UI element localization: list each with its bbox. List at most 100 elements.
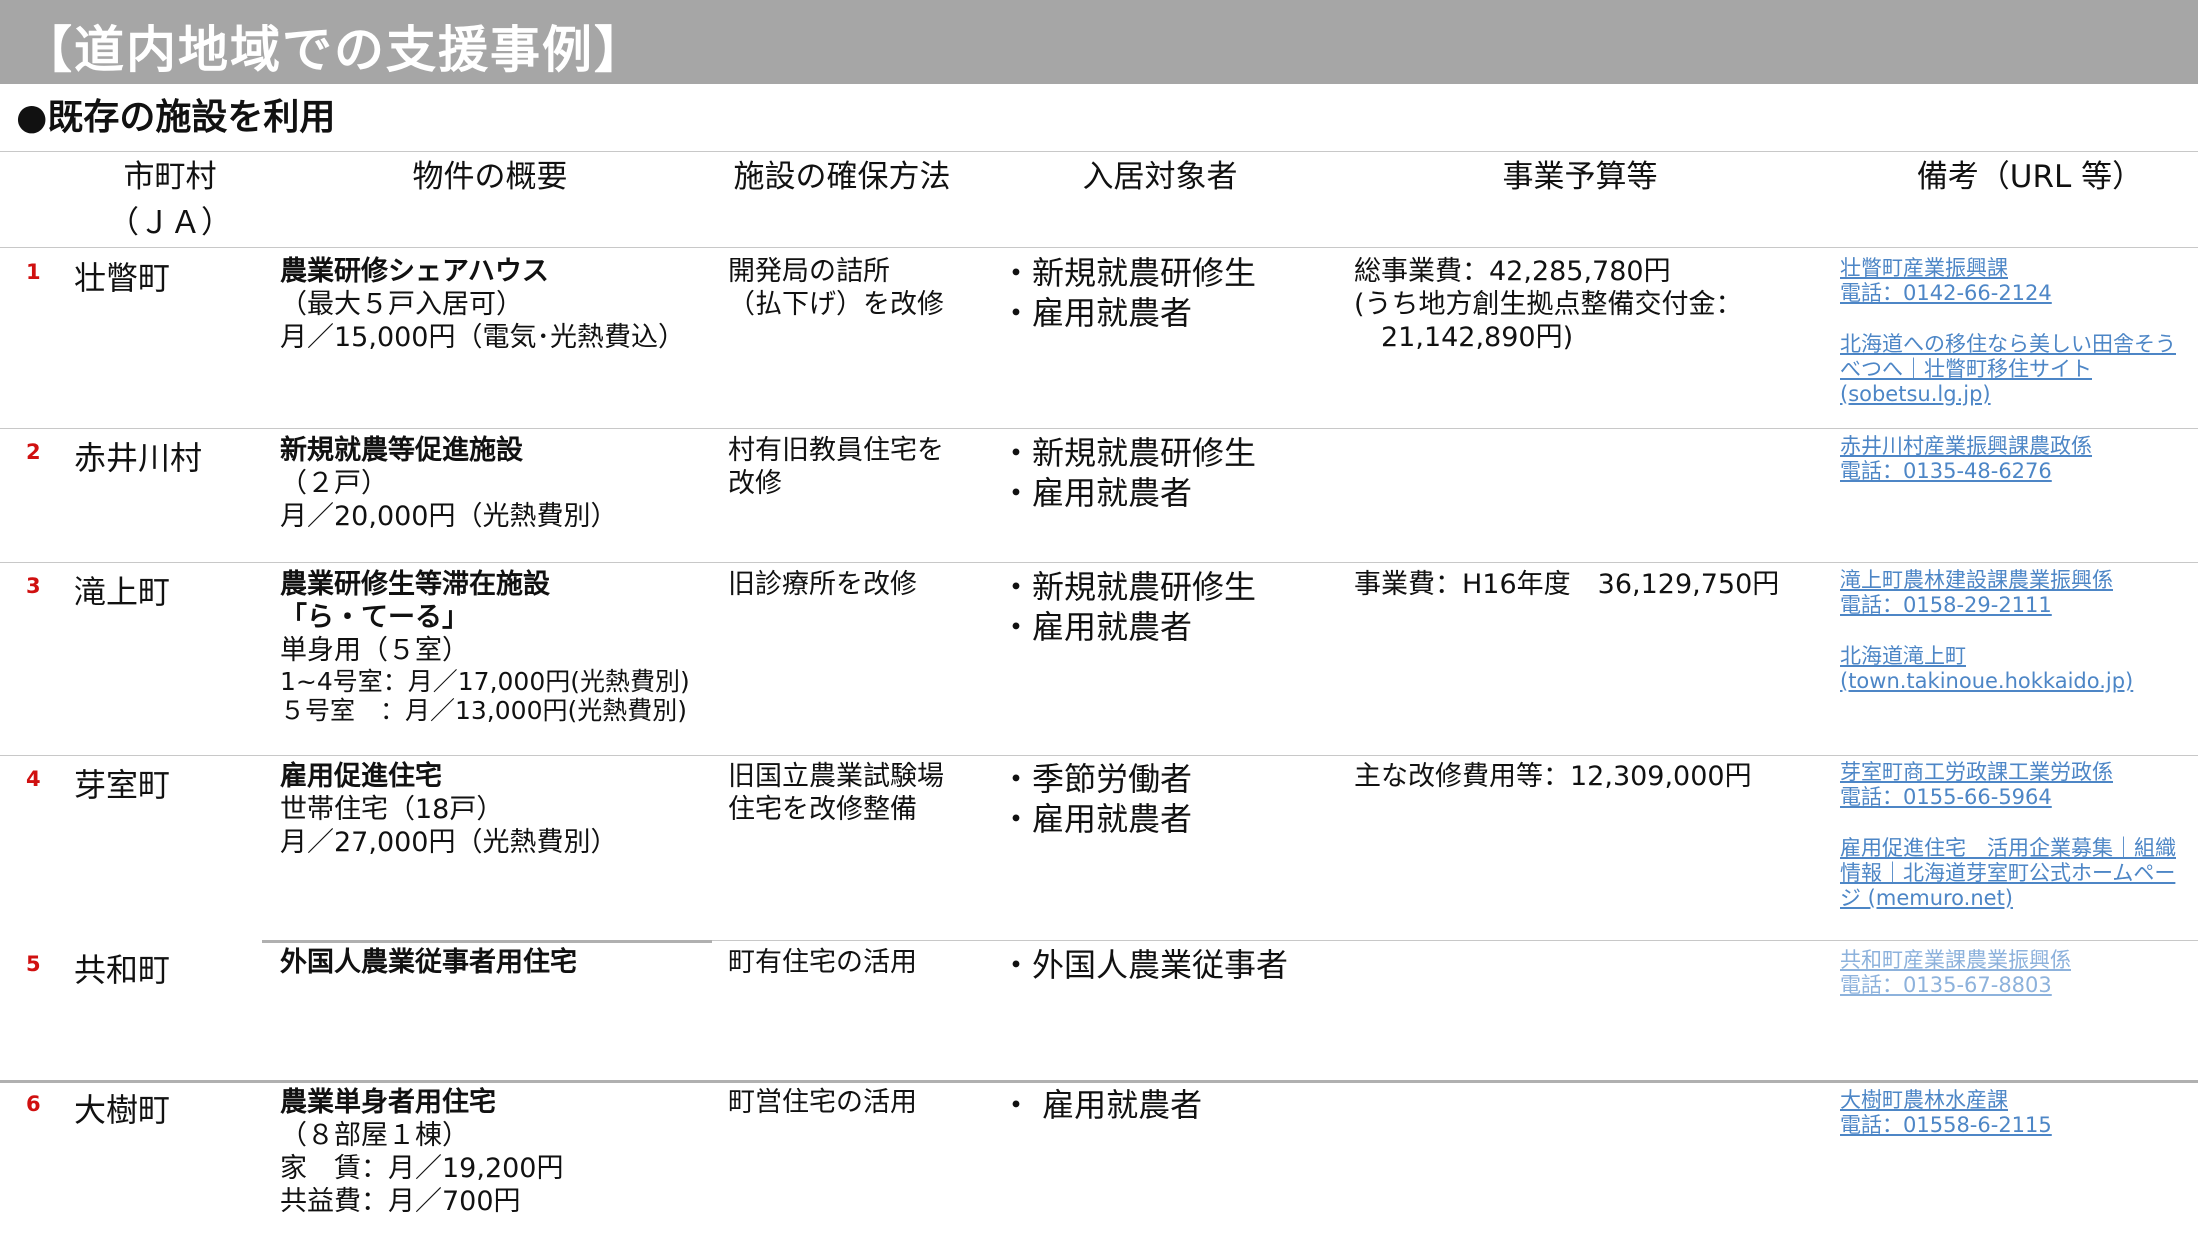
header-remarks: 備考（URL 等）	[1916, 159, 2144, 195]
row-number: 4	[26, 767, 41, 791]
budget-info: 主な改修費用等：12,309,000円	[1354, 760, 1752, 793]
property-detail: （８部屋１棟）	[280, 1120, 469, 1151]
property-detail: 単身用（５室）	[280, 635, 469, 666]
remarks-phone-link[interactable]: 電話：0155-66-5964	[1840, 785, 2176, 810]
target-residents: ・新規就農研修生 ・雇用就農者	[1000, 253, 1256, 333]
method-line: 町有住宅の活用	[728, 947, 917, 978]
acquisition-method: 旧国立農業試験場 住宅を改修整備	[728, 760, 944, 826]
remarks-link[interactable]: 北海道への移住なら美しい田舎そう	[1840, 332, 2176, 357]
remarks-link[interactable]: べつへ｜壮瞥町移住サイト	[1840, 357, 2176, 382]
property-detail: 1~4号室：月／17,000円(光熱費別)	[280, 667, 690, 696]
property-summary: 新規就農等促進施設 （２戸） 月／20,000円（光熱費別）	[280, 434, 617, 533]
remarks-link[interactable]: 大樹町農林水産課	[1840, 1088, 2052, 1113]
remarks-link[interactable]: 北海道滝上町	[1840, 644, 2133, 669]
budget-info: 総事業費：42,285,780円 (うち地方創生拠点整備交付金： 21,142,…	[1354, 255, 1743, 354]
remarks: 壮瞥町産業振興課 電話：0142-66-2124 北海道への移住なら美しい田舎そ…	[1840, 256, 2176, 407]
target-residents: ・新規就農研修生 ・雇用就農者	[1000, 433, 1256, 513]
municipality-name: 大樹町	[74, 1091, 171, 1129]
municipality-name: 芽室町	[74, 766, 171, 804]
remarks: 芽室町商工労政課工業労政係 電話：0155-66-5964 雇用促進住宅 活用企…	[1840, 760, 2176, 911]
property-name: 「ら・てーる」	[280, 602, 469, 633]
remarks-link[interactable]: (town.takinoue.hokkaido.jp)	[1840, 669, 2133, 694]
remarks-link[interactable]: 滝上町農林建設課農業振興係	[1840, 568, 2133, 593]
remarks-phone-link[interactable]: 電話：0158-29-2111	[1840, 593, 2133, 618]
acquisition-method: 村有旧教員住宅を 改修	[728, 434, 944, 500]
municipality-name: 共和町	[74, 951, 171, 989]
remarks-link[interactable]: 雇用促進住宅 活用企業募集｜組織	[1840, 836, 2176, 861]
target-residents: ・新規就農研修生 ・雇用就農者	[1000, 567, 1256, 647]
property-title: 外国人農業従事者用住宅	[280, 947, 577, 978]
acquisition-method: 開発局の詰所 （払下げ）を改修	[728, 255, 944, 321]
property-title: 農業単身者用住宅	[280, 1087, 496, 1118]
property-summary: 農業単身者用住宅 （８部屋１棟） 家 賃：月／19,200円 共益費：月／700…	[280, 1086, 563, 1218]
row-divider	[0, 1080, 2198, 1083]
target-item: ・ 雇用就農者	[1000, 1086, 1203, 1124]
remarks-link[interactable]: 壮瞥町産業振興課	[1840, 256, 2176, 281]
budget-line: 総事業費：42,285,780円	[1354, 256, 1671, 287]
remarks: 共和町産業課農業振興係 電話：0135-67-8803	[1840, 948, 2071, 998]
section-heading: ●既存の施設を利用	[16, 97, 336, 138]
remarks-link[interactable]: (sobetsu.lg.jp)	[1840, 382, 2176, 407]
method-line: 旧診療所を改修	[728, 569, 917, 600]
property-summary: 農業研修シェアハウス （最大５戸入居可） 月／15,000円（電気･光熱費込）	[280, 255, 685, 354]
property-title: 農業研修生等滞在施設	[280, 569, 550, 600]
property-title: 農業研修シェアハウス	[280, 256, 549, 287]
target-item: ・季節労働者	[1000, 760, 1193, 798]
target-residents: ・外国人農業従事者	[1000, 945, 1288, 985]
method-line: （払下げ）を改修	[728, 289, 944, 320]
method-line: 旧国立農業試験場	[728, 761, 944, 792]
method-line: 村有旧教員住宅を	[728, 435, 944, 466]
method-line: 改修	[728, 468, 782, 499]
header-municipality-line2: （ＪＡ）	[108, 205, 232, 241]
row-number: 3	[26, 574, 41, 598]
property-detail: （２戸）	[280, 468, 388, 499]
property-summary: 雇用促進住宅 世帯住宅（18戸） 月／27,000円（光熱費別）	[280, 760, 617, 859]
remarks-link[interactable]: ジ (memuro.net)	[1840, 886, 2176, 911]
remarks-link[interactable]: 共和町産業課農業振興係	[1840, 948, 2071, 973]
budget-line: (うち地方創生拠点整備交付金：	[1354, 289, 1743, 320]
target-item: ・雇用就農者	[1000, 800, 1193, 838]
method-line: 開発局の詰所	[728, 256, 890, 287]
target-item: ・新規就農研修生	[1000, 568, 1257, 606]
row-divider-partial	[262, 940, 712, 943]
target-item: ・雇用就農者	[1000, 608, 1193, 646]
remarks-link[interactable]: 情報｜北海道芽室町公式ホームペー	[1840, 861, 2176, 886]
header-municipality-line1: 市町村	[123, 159, 217, 195]
target-item: ・外国人農業従事者	[1000, 946, 1289, 984]
remarks: 赤井川村産業振興課農政係 電話：0135-48-6276	[1840, 434, 2092, 484]
property-detail: 家 賃：月／19,200円	[280, 1153, 564, 1184]
method-line: 町営住宅の活用	[728, 1087, 917, 1118]
remarks-phone-link[interactable]: 電話：0135-48-6276	[1840, 459, 2092, 484]
budget-line: 主な改修費用等：12,309,000円	[1354, 761, 1752, 792]
acquisition-method: 町営住宅の活用	[728, 1086, 917, 1119]
municipality-name: 滝上町	[74, 573, 171, 611]
remarks-link[interactable]: 芽室町商工労政課工業労政係	[1840, 760, 2176, 785]
remarks-phone-link[interactable]: 電話：01558-6-2115	[1840, 1113, 2052, 1138]
budget-line: 21,142,890円)	[1354, 322, 1574, 353]
row-divider	[0, 755, 2198, 756]
municipality-name: 壮瞥町	[74, 259, 171, 297]
header-municipality: 市町村 （ＪＡ）	[100, 154, 240, 246]
target-item: ・雇用就農者	[1000, 294, 1193, 332]
row-number: 1	[26, 260, 41, 284]
target-item: ・雇用就農者	[1000, 474, 1193, 512]
remarks: 滝上町農林建設課農業振興係 電話：0158-29-2111 北海道滝上町 (to…	[1840, 568, 2133, 694]
header-budget: 事業予算等	[1502, 159, 1658, 195]
remarks-phone-link[interactable]: 電話：0142-66-2124	[1840, 281, 2176, 306]
budget-info: 事業費：H16年度 36,129,750円	[1354, 568, 1779, 601]
header-property: 物件の概要	[412, 159, 568, 195]
row-divider	[0, 428, 2198, 429]
property-detail: 月／20,000円（光熱費別）	[280, 501, 618, 532]
remarks: 大樹町農林水産課 電話：01558-6-2115	[1840, 1088, 2052, 1138]
page-title: 【道内地域での支援事例】	[22, 21, 646, 79]
title-bar: 【道内地域での支援事例】	[0, 0, 2198, 84]
row-divider	[0, 562, 2198, 563]
property-detail: 月／15,000円（電気･光熱費込）	[280, 322, 685, 353]
remarks-phone-link[interactable]: 電話：0135-67-8803	[1840, 973, 2071, 998]
property-detail: ５号室 ：月／13,000円(光熱費別)	[280, 696, 687, 725]
remarks-link[interactable]: 赤井川村産業振興課農政係	[1840, 434, 2092, 459]
header-bottom-divider	[0, 247, 2198, 248]
